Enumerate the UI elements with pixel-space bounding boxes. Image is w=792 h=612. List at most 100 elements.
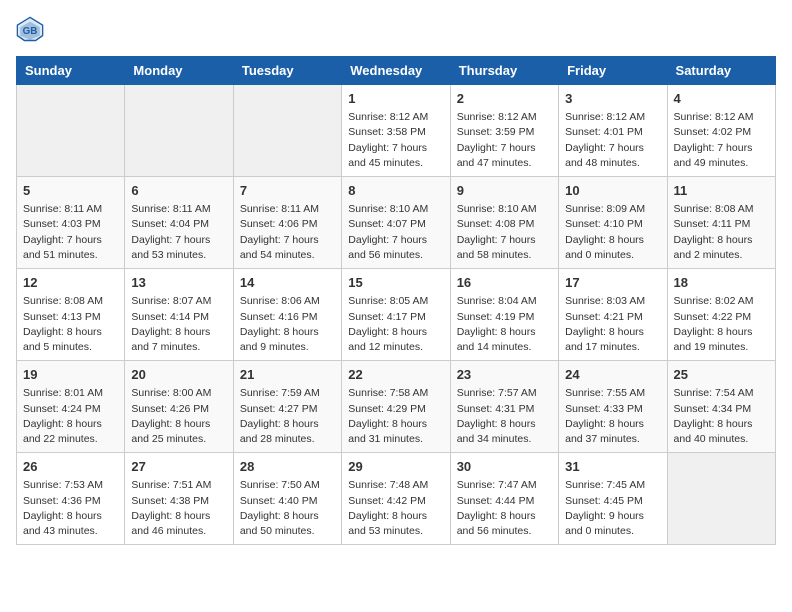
table-row — [17, 85, 125, 177]
table-row — [667, 453, 775, 545]
table-row: 26Sunrise: 7:53 AM Sunset: 4:36 PM Dayli… — [17, 453, 125, 545]
table-row: 27 Sunrise: 7:51 AM Sunset: 4:38 PM Dayli… — [125, 453, 233, 545]
day-header-sunday: Sunday — [17, 57, 125, 85]
day-header-wednesday: Wednesday — [342, 57, 450, 85]
day-number: 14 — [240, 274, 335, 292]
day-number: 10 — [565, 182, 660, 200]
day-number: 3 — [565, 90, 660, 108]
table-row: 21Sunrise: 7:59 AM Sunset: 4:27 PM Dayli… — [233, 361, 341, 453]
day-info: Sunrise: 8:01 AM Sunset: 4:24 PM Dayligh… — [23, 386, 118, 447]
day-number: 15 — [348, 274, 443, 292]
day-number: 31 — [565, 458, 660, 476]
table-row: 28 Sunrise: 7:50 AM Sunset: 4:40 PM Dayli… — [233, 453, 341, 545]
day-header-tuesday: Tuesday — [233, 57, 341, 85]
day-info: Sunrise: 7:59 AM Sunset: 4:27 PM Dayligh… — [240, 386, 335, 447]
day-info: Sunrise: 7:55 AM Sunset: 4:33 PM Dayligh… — [565, 386, 660, 447]
table-row: 1 Sunrise: 8:12 AM Sunset: 3:58 PM Daylig… — [342, 85, 450, 177]
calendar-row: 26Sunrise: 7:53 AM Sunset: 4:36 PM Dayli… — [17, 453, 776, 545]
day-info: Sunrise: 8:12 AM Sunset: 4:02 PM Dayligh… — [674, 110, 769, 171]
table-row: 30 Sunrise: 7:47 AM Sunset: 4:44 PM Dayli… — [450, 453, 558, 545]
day-number: 17 — [565, 274, 660, 292]
table-row: 3 Sunrise: 8:12 AM Sunset: 4:01 PM Daylig… — [559, 85, 667, 177]
page-header: GB — [16, 16, 776, 44]
day-number: 27 — [131, 458, 226, 476]
day-number: 9 — [457, 182, 552, 200]
day-number: 16 — [457, 274, 552, 292]
logo-icon: GB — [16, 16, 44, 44]
table-row: 18Sunrise: 8:02 AM Sunset: 4:22 PM Dayli… — [667, 269, 775, 361]
calendar-row: 1 Sunrise: 8:12 AM Sunset: 3:58 PM Daylig… — [17, 85, 776, 177]
day-info: Sunrise: 8:11 AM Sunset: 4:06 PM Dayligh… — [240, 202, 335, 263]
day-info: Sunrise: 8:03 AM Sunset: 4:21 PM Dayligh… — [565, 294, 660, 355]
table-row: 2 Sunrise: 8:12 AM Sunset: 3:59 PM Daylig… — [450, 85, 558, 177]
day-info: Sunrise: 8:00 AM Sunset: 4:26 PM Dayligh… — [131, 386, 226, 447]
table-row: 24 Sunrise: 7:55 AM Sunset: 4:33 PM Dayli… — [559, 361, 667, 453]
day-info: Sunrise: 8:10 AM Sunset: 4:08 PM Dayligh… — [457, 202, 552, 263]
day-info: Sunrise: 8:12 AM Sunset: 3:58 PM Dayligh… — [348, 110, 443, 171]
table-row: 9 Sunrise: 8:10 AM Sunset: 4:08 PM Daylig… — [450, 177, 558, 269]
day-info: Sunrise: 8:10 AM Sunset: 4:07 PM Dayligh… — [348, 202, 443, 263]
day-info: Sunrise: 8:11 AM Sunset: 4:04 PM Dayligh… — [131, 202, 226, 263]
day-header-thursday: Thursday — [450, 57, 558, 85]
day-info: Sunrise: 7:57 AM Sunset: 4:31 PM Dayligh… — [457, 386, 552, 447]
table-row: 6Sunrise: 8:11 AM Sunset: 4:04 PM Daylig… — [125, 177, 233, 269]
table-row: 25 Sunrise: 7:54 AM Sunset: 4:34 PM Dayli… — [667, 361, 775, 453]
day-header-monday: Monday — [125, 57, 233, 85]
day-header-friday: Friday — [559, 57, 667, 85]
day-number: 11 — [674, 182, 769, 200]
table-row — [233, 85, 341, 177]
day-number: 12 — [23, 274, 118, 292]
logo: GB — [16, 16, 46, 44]
day-info: Sunrise: 7:58 AM Sunset: 4:29 PM Dayligh… — [348, 386, 443, 447]
day-number: 4 — [674, 90, 769, 108]
day-number: 28 — [240, 458, 335, 476]
day-info: Sunrise: 7:45 AM Sunset: 4:45 PM Dayligh… — [565, 478, 660, 539]
table-row: 12 Sunrise: 8:08 AM Sunset: 4:13 PM Dayli… — [17, 269, 125, 361]
day-number: 20 — [131, 366, 226, 384]
day-info: Sunrise: 7:47 AM Sunset: 4:44 PM Dayligh… — [457, 478, 552, 539]
day-number: 8 — [348, 182, 443, 200]
table-row: 7 Sunrise: 8:11 AM Sunset: 4:06 PM Daylig… — [233, 177, 341, 269]
day-info: Sunrise: 7:48 AM Sunset: 4:42 PM Dayligh… — [348, 478, 443, 539]
day-info: Sunrise: 7:51 AM Sunset: 4:38 PM Dayligh… — [131, 478, 226, 539]
day-info: Sunrise: 8:07 AM Sunset: 4:14 PM Dayligh… — [131, 294, 226, 355]
day-info: Sunrise: 8:05 AM Sunset: 4:17 PM Dayligh… — [348, 294, 443, 355]
day-info: Sunrise: 8:08 AM Sunset: 4:11 PM Dayligh… — [674, 202, 769, 263]
day-info: Sunrise: 8:12 AM Sunset: 4:01 PM Dayligh… — [565, 110, 660, 171]
table-row: 5 Sunrise: 8:11 AM Sunset: 4:03 PM Daylig… — [17, 177, 125, 269]
day-number: 2 — [457, 90, 552, 108]
day-info: Sunrise: 8:11 AM Sunset: 4:03 PM Dayligh… — [23, 202, 118, 263]
day-info: Sunrise: 8:06 AM Sunset: 4:16 PM Dayligh… — [240, 294, 335, 355]
day-number: 23 — [457, 366, 552, 384]
day-number: 7 — [240, 182, 335, 200]
day-info: Sunrise: 7:50 AM Sunset: 4:40 PM Dayligh… — [240, 478, 335, 539]
table-row: 22 Sunrise: 7:58 AM Sunset: 4:29 PM Dayli… — [342, 361, 450, 453]
day-number: 24 — [565, 366, 660, 384]
calendar-table: SundayMondayTuesdayWednesdayThursdayFrid… — [16, 56, 776, 545]
day-number: 25 — [674, 366, 769, 384]
day-number: 5 — [23, 182, 118, 200]
day-header-saturday: Saturday — [667, 57, 775, 85]
day-info: Sunrise: 8:12 AM Sunset: 3:59 PM Dayligh… — [457, 110, 552, 171]
table-row: 29 Sunrise: 7:48 AM Sunset: 4:42 PM Dayli… — [342, 453, 450, 545]
day-info: Sunrise: 8:02 AM Sunset: 4:22 PM Dayligh… — [674, 294, 769, 355]
table-row: 11 Sunrise: 8:08 AM Sunset: 4:11 PM Dayli… — [667, 177, 775, 269]
table-row: 20 Sunrise: 8:00 AM Sunset: 4:26 PM Dayli… — [125, 361, 233, 453]
day-number: 29 — [348, 458, 443, 476]
day-info: Sunrise: 7:53 AM Sunset: 4:36 PM Dayligh… — [23, 478, 118, 539]
day-info: Sunrise: 8:08 AM Sunset: 4:13 PM Dayligh… — [23, 294, 118, 355]
table-row: 31 Sunrise: 7:45 AM Sunset: 4:45 PM Dayli… — [559, 453, 667, 545]
day-number: 1 — [348, 90, 443, 108]
table-row: 23 Sunrise: 7:57 AM Sunset: 4:31 PM Dayli… — [450, 361, 558, 453]
calendar-row: 12 Sunrise: 8:08 AM Sunset: 4:13 PM Dayli… — [17, 269, 776, 361]
day-info: Sunrise: 7:54 AM Sunset: 4:34 PM Dayligh… — [674, 386, 769, 447]
table-row: 8 Sunrise: 8:10 AM Sunset: 4:07 PM Daylig… — [342, 177, 450, 269]
day-number: 30 — [457, 458, 552, 476]
calendar-row: 5 Sunrise: 8:11 AM Sunset: 4:03 PM Daylig… — [17, 177, 776, 269]
table-row: 13Sunrise: 8:07 AM Sunset: 4:14 PM Dayli… — [125, 269, 233, 361]
table-row: 16 Sunrise: 8:04 AM Sunset: 4:19 PM Dayli… — [450, 269, 558, 361]
day-number: 19 — [23, 366, 118, 384]
day-number: 22 — [348, 366, 443, 384]
table-row: 17 Sunrise: 8:03 AM Sunset: 4:21 PM Dayli… — [559, 269, 667, 361]
day-info: Sunrise: 8:04 AM Sunset: 4:19 PM Dayligh… — [457, 294, 552, 355]
